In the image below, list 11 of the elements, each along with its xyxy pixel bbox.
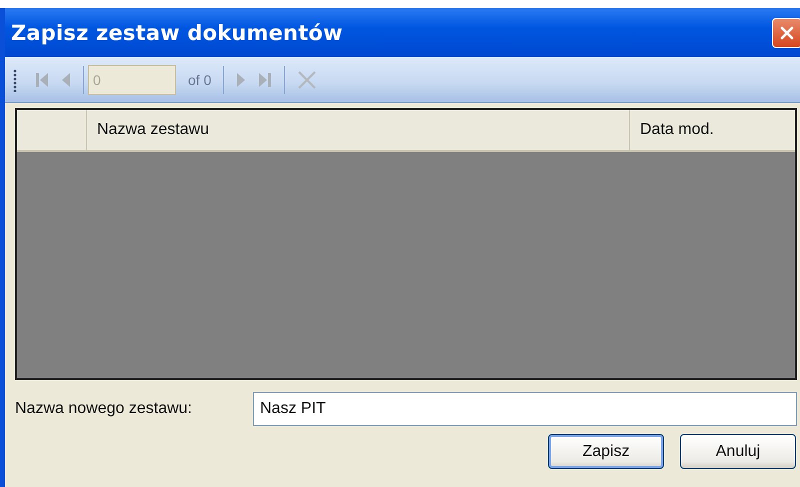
- column-header[interactable]: Nazwa zestawu: [87, 110, 630, 150]
- page-count: of 0: [188, 72, 212, 88]
- save-button[interactable]: Zapisz: [548, 434, 664, 469]
- grip-icon: [13, 68, 17, 92]
- column-header[interactable]: Data mod.: [630, 110, 795, 150]
- close-icon: [779, 24, 795, 40]
- field-label: Nazwa nowego zestawu:: [15, 400, 193, 418]
- close-button[interactable]: [772, 18, 800, 48]
- window-title: Zapisz zestaw dokumentów: [11, 20, 343, 44]
- cancel-button[interactable]: Anuluj: [680, 434, 796, 469]
- name-field[interactable]: Nasz PIT: [253, 392, 797, 426]
